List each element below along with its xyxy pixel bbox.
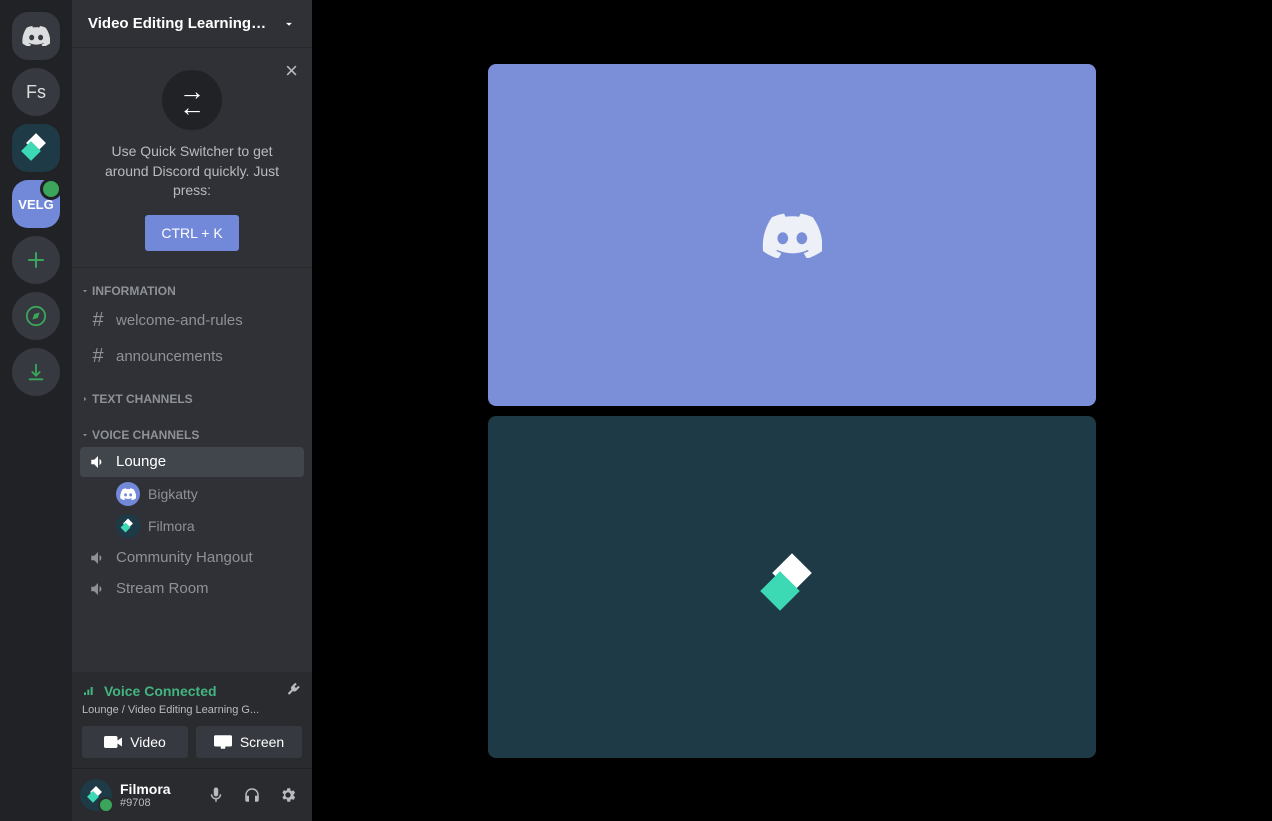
channel-label: announcements bbox=[116, 348, 223, 365]
user-panel: Filmora #9708 bbox=[72, 769, 312, 821]
server-fs[interactable]: Fs bbox=[12, 68, 60, 116]
plus-icon bbox=[24, 248, 48, 272]
avatar bbox=[116, 514, 140, 538]
hash-icon: # bbox=[88, 309, 108, 332]
download-icon bbox=[25, 361, 47, 383]
disconnect-button[interactable] bbox=[284, 682, 302, 700]
screen-share-button[interactable]: Screen bbox=[196, 726, 302, 758]
speaker-icon bbox=[88, 549, 108, 567]
speaker-icon bbox=[88, 453, 108, 471]
filmora-icon bbox=[764, 559, 820, 615]
chevron-right-icon bbox=[80, 394, 90, 404]
voice-channel-community-hangout[interactable]: Community Hangout bbox=[80, 543, 304, 573]
mic-icon bbox=[207, 786, 225, 804]
home-button[interactable] bbox=[12, 12, 60, 60]
category-text-channels[interactable]: TEXT CHANNELS bbox=[72, 384, 312, 410]
channel-label: Lounge bbox=[116, 453, 166, 470]
video-icon bbox=[104, 735, 122, 749]
close-icon[interactable]: × bbox=[285, 58, 298, 84]
server-velg[interactable]: VELG bbox=[12, 180, 60, 228]
voice-user-name: Filmora bbox=[148, 518, 195, 534]
server-label: VELG bbox=[18, 197, 53, 212]
button-label: Screen bbox=[240, 734, 284, 750]
user-avatar[interactable] bbox=[80, 779, 112, 811]
server-name: Video Editing Learning Gr... bbox=[88, 15, 268, 32]
category-label: VOICE CHANNELS bbox=[92, 428, 199, 442]
headphones-icon bbox=[243, 786, 261, 804]
compass-icon bbox=[25, 305, 47, 327]
user-tag: #9708 bbox=[120, 797, 192, 809]
voice-user-filmora[interactable]: Filmora bbox=[108, 510, 312, 542]
category-voice-channels[interactable]: VOICE CHANNELS bbox=[72, 420, 312, 446]
server-filmora[interactable] bbox=[12, 124, 60, 172]
gear-icon bbox=[279, 786, 297, 804]
voice-user-bigkatty[interactable]: Bigkatty bbox=[108, 478, 312, 510]
category-label: INFORMATION bbox=[92, 284, 176, 298]
deafen-button[interactable] bbox=[236, 779, 268, 811]
channel-welcome-and-rules[interactable]: # welcome-and-rules bbox=[80, 303, 304, 338]
channel-label: Stream Room bbox=[116, 580, 209, 597]
screen-icon bbox=[214, 735, 232, 749]
filmora-icon bbox=[24, 136, 48, 160]
chevron-down-icon bbox=[80, 286, 90, 296]
download-button[interactable] bbox=[12, 348, 60, 396]
quick-switcher-icon: →← bbox=[162, 70, 222, 130]
filmora-icon bbox=[122, 520, 134, 532]
discord-icon bbox=[762, 212, 822, 258]
discord-icon bbox=[22, 26, 50, 46]
video-button[interactable]: Video bbox=[82, 726, 188, 758]
quick-switcher-text: Use Quick Switcher to get around Discord… bbox=[88, 142, 296, 201]
speaker-icon bbox=[88, 580, 108, 598]
chevron-down-icon bbox=[80, 430, 90, 440]
voice-video-area bbox=[312, 0, 1272, 821]
category-label: TEXT CHANNELS bbox=[92, 392, 193, 406]
channel-label: Community Hangout bbox=[116, 549, 253, 566]
server-list: Fs VELG bbox=[0, 0, 72, 821]
quick-switcher-notice: × →← Use Quick Switcher to get around Di… bbox=[72, 48, 312, 268]
settings-button[interactable] bbox=[272, 779, 304, 811]
channel-announcements[interactable]: # announcements bbox=[80, 339, 304, 374]
disconnect-icon bbox=[284, 682, 302, 700]
avatar bbox=[116, 482, 140, 506]
video-tile-bigkatty[interactable] bbox=[488, 64, 1096, 406]
voice-channel-stream-room[interactable]: Stream Room bbox=[80, 574, 304, 604]
status-text: Voice Connected bbox=[104, 683, 217, 699]
voice-channel-lounge[interactable]: Lounge bbox=[80, 447, 304, 477]
explore-button[interactable] bbox=[12, 292, 60, 340]
user-name: Filmora bbox=[120, 781, 192, 797]
voice-channel-path: Lounge / Video Editing Learning G... bbox=[82, 704, 302, 716]
signal-icon bbox=[82, 683, 98, 699]
mute-button[interactable] bbox=[200, 779, 232, 811]
voice-status-panel: Voice Connected Lounge / Video Editing L… bbox=[72, 672, 312, 769]
voice-user-name: Bigkatty bbox=[148, 486, 198, 502]
discord-icon bbox=[120, 488, 136, 500]
hash-icon: # bbox=[88, 345, 108, 368]
button-label: Video bbox=[130, 734, 166, 750]
channel-sidebar: Video Editing Learning Gr... × →← Use Qu… bbox=[72, 0, 312, 821]
quick-switcher-button[interactable]: CTRL + K bbox=[145, 215, 238, 251]
add-server-button[interactable] bbox=[12, 236, 60, 284]
voice-connected-status[interactable]: Voice Connected bbox=[82, 683, 217, 699]
category-information[interactable]: INFORMATION bbox=[72, 276, 312, 302]
server-header[interactable]: Video Editing Learning Gr... bbox=[72, 0, 312, 48]
user-info[interactable]: Filmora #9708 bbox=[120, 781, 192, 809]
server-label: Fs bbox=[26, 82, 46, 103]
video-tile-filmora[interactable] bbox=[488, 416, 1096, 758]
channel-label: welcome-and-rules bbox=[116, 312, 243, 329]
chevron-down-icon bbox=[282, 17, 296, 31]
channel-list: INFORMATION # welcome-and-rules # announ… bbox=[72, 268, 312, 672]
filmora-icon bbox=[89, 788, 103, 802]
